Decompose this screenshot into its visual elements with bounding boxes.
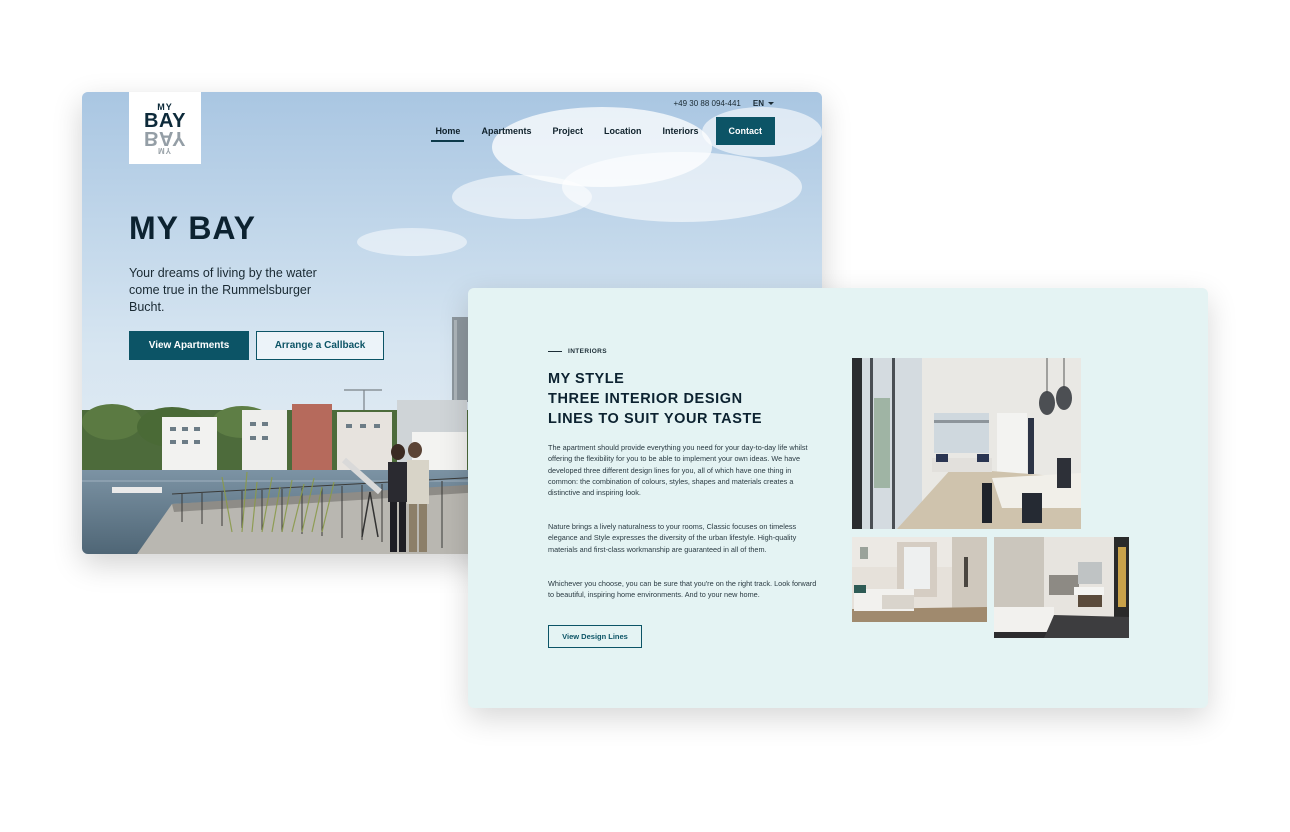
nav-apartments[interactable]: Apartments [477, 118, 535, 144]
nav-home[interactable]: Home [431, 118, 465, 144]
hero-subtitle: Your dreams of living by the water come … [129, 266, 317, 314]
contact-button[interactable]: Contact [715, 117, 775, 145]
paragraph-design-lines: Nature brings a lively naturalness to yo… [548, 522, 797, 554]
title-line-1: MY STYLE [548, 371, 625, 387]
language-label: EN [752, 99, 764, 108]
kicker-line [548, 351, 562, 352]
logo-reflection-my: MY [158, 145, 172, 155]
paragraph-intro: The apartment should provide everything … [548, 443, 808, 498]
section-kicker: INTERIORS [548, 348, 607, 355]
interiors-card: INTERIORS MY STYLE THREE INTERIOR DESIGN… [468, 288, 1208, 708]
title-line-3: LINES TO SUIT YOUR TASTE [548, 411, 763, 427]
bathroom-photo [994, 537, 1129, 638]
title-line-2: THREE INTERIOR DESIGN [548, 391, 743, 407]
phone-link[interactable]: +49 30 88 094-441 [673, 99, 740, 108]
nav-location[interactable]: Location [600, 118, 646, 144]
hero-title: MY BAY [129, 210, 256, 246]
nav-interiors[interactable]: Interiors [658, 118, 702, 144]
language-selector[interactable]: EN [753, 99, 774, 108]
interiors-title: MY STYLE THREE INTERIOR DESIGN LINES TO … [548, 370, 762, 429]
paragraph-closing: Whichever you choose, you can be sure th… [548, 579, 817, 600]
arrange-callback-button[interactable]: Arrange a Callback [256, 331, 384, 360]
nav-project[interactable]: Project [548, 118, 587, 144]
caret-down-icon [768, 102, 774, 105]
living-room-photo [852, 358, 1081, 529]
utility-bar: +49 30 88 094-441 EN [673, 99, 774, 108]
view-design-lines-button[interactable]: View Design Lines [548, 625, 642, 648]
view-apartments-button[interactable]: View Apartments [129, 331, 249, 360]
kicker-label: INTERIORS [568, 348, 607, 355]
main-nav: Home Apartments Project Location Interio… [431, 117, 775, 145]
logo-reflection-bay: BAY [144, 126, 186, 149]
logo[interactable]: MY BAY BAY MY [129, 92, 201, 164]
bedroom-photo [852, 537, 987, 622]
